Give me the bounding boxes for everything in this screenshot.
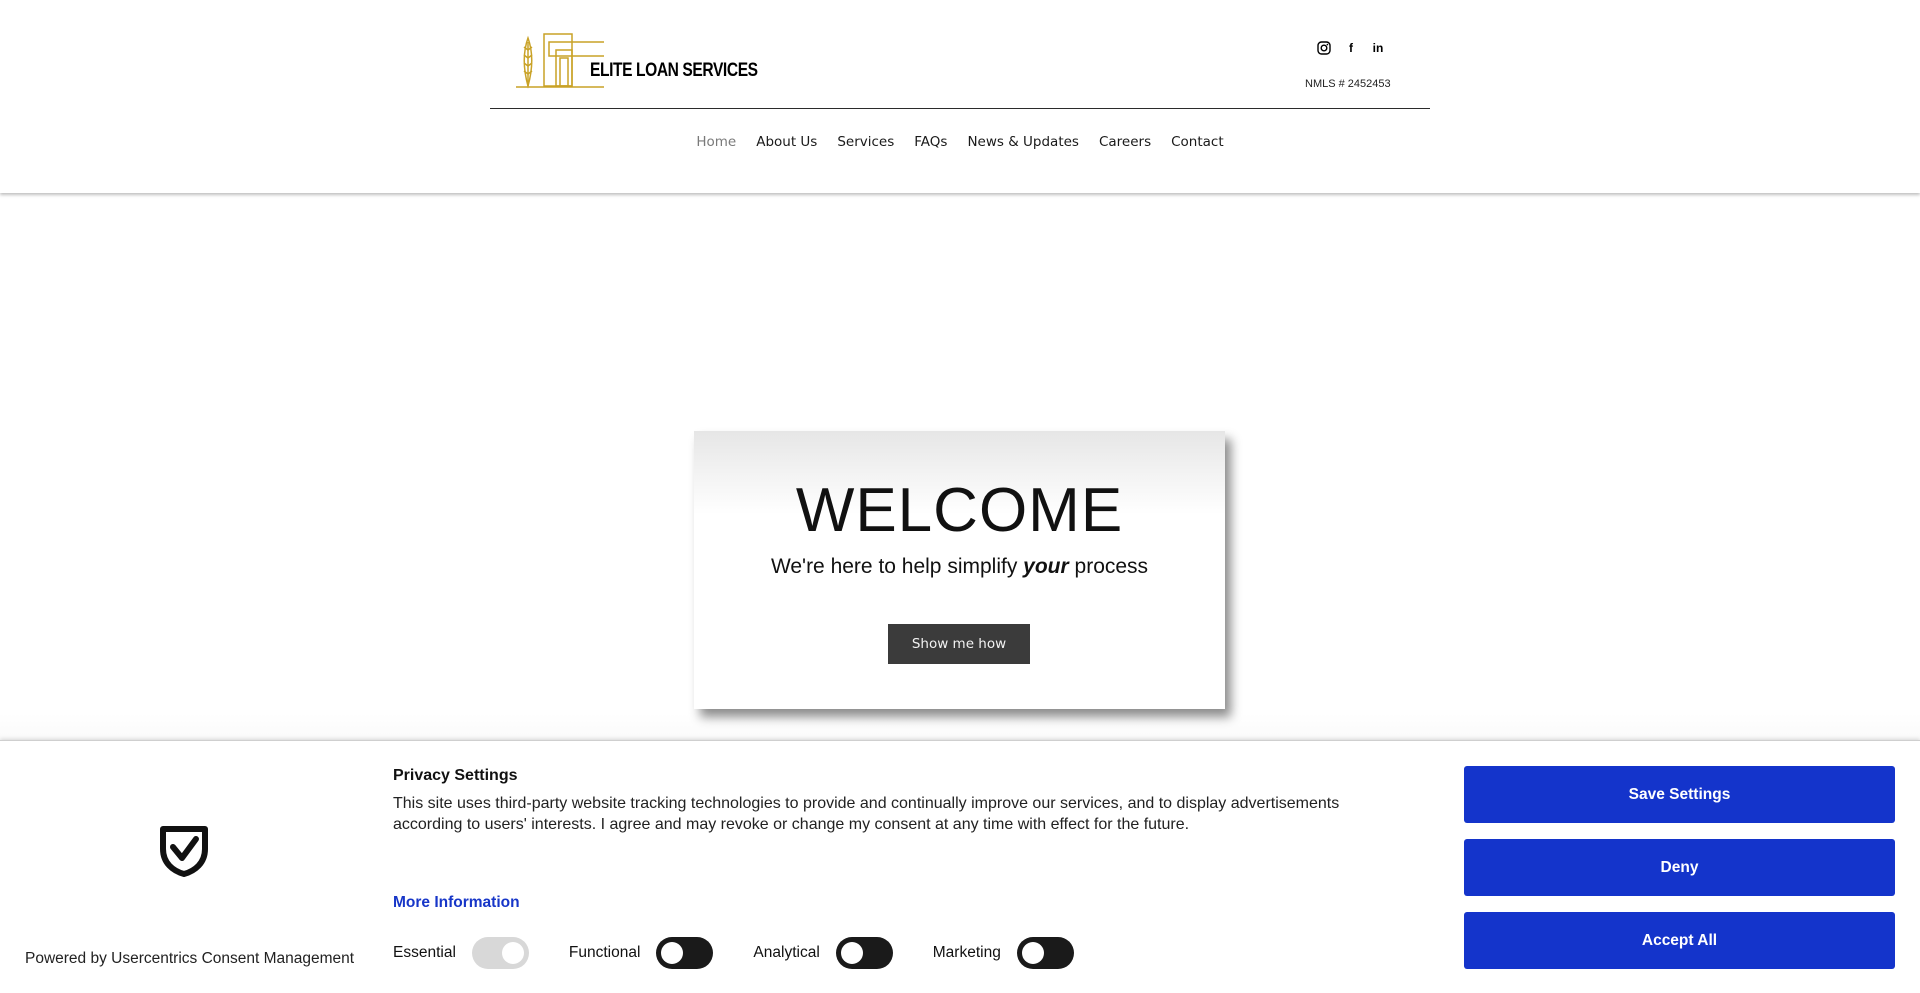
linkedin-icon[interactable]: in [1370, 40, 1386, 56]
switch-knob [501, 942, 524, 964]
deny-button[interactable]: Deny [1464, 839, 1895, 896]
brand-name: ELITE LOAN SERVICES [590, 60, 758, 81]
privacy-title: Privacy Settings [393, 767, 518, 784]
main-nav: Home About Us Services FAQs News & Updat… [0, 134, 1920, 150]
header-divider [490, 108, 1430, 109]
privacy-consent-banner: Powered by Usercentrics Consent Manageme… [0, 740, 1920, 993]
privacy-description: This site uses third-party website track… [393, 795, 1340, 833]
toggle-functional: Functional [569, 937, 714, 969]
toggle-label: Marketing [932, 944, 1001, 961]
toggle-marketing: Marketing [933, 937, 1074, 969]
site-logo[interactable]: ELITE LOAN SERVICES [514, 28, 758, 92]
toggle-label: Essential [393, 944, 456, 961]
nav-item-faqs[interactable]: FAQs [904, 134, 957, 150]
toggle-analytical: Analytical [753, 937, 893, 969]
functional-switch[interactable] [656, 937, 714, 969]
show-me-how-button[interactable]: Show me how [888, 624, 1030, 664]
social-links: f in [1316, 40, 1386, 56]
nav-item-about-us[interactable]: About Us [746, 134, 827, 150]
site-header: ELITE LOAN SERVICES f in NMLS # 2452453 … [0, 0, 1920, 193]
nav-item-contact[interactable]: Contact [1161, 134, 1234, 150]
accept-all-button[interactable]: Accept All [1464, 912, 1895, 969]
welcome-card: WELCOME We're here to help simplify your… [694, 431, 1225, 709]
shield-check-icon [160, 826, 208, 877]
toggle-label: Functional [568, 944, 641, 961]
switch-knob [840, 942, 863, 964]
facebook-icon[interactable]: f [1343, 40, 1359, 56]
switch-knob [661, 942, 684, 964]
consent-toggles: Essential Functional Analytical Marketin… [393, 937, 1114, 969]
analytical-switch[interactable] [835, 937, 893, 969]
save-settings-button[interactable]: Save Settings [1464, 766, 1895, 823]
more-information-link[interactable]: More Information [393, 894, 520, 912]
welcome-title: WELCOME [795, 476, 1124, 545]
toggle-essential: Essential [393, 937, 529, 969]
powered-by-text: Powered by Usercentrics Consent Manageme… [25, 950, 355, 967]
welcome-subtitle: We're here to help simplify your process [770, 555, 1149, 578]
toggle-label: Analytical [753, 944, 820, 961]
essential-switch[interactable] [471, 937, 529, 969]
nav-item-home[interactable]: Home [686, 134, 746, 150]
nmls-number: NMLS # 2452453 [1305, 78, 1391, 90]
nav-item-services[interactable]: Services [827, 134, 904, 150]
nav-item-careers[interactable]: Careers [1089, 134, 1161, 150]
switch-knob [1021, 942, 1044, 964]
nav-item-news-updates[interactable]: News & Updates [957, 134, 1089, 150]
marketing-switch[interactable] [1016, 937, 1074, 969]
instagram-icon[interactable] [1316, 40, 1332, 56]
